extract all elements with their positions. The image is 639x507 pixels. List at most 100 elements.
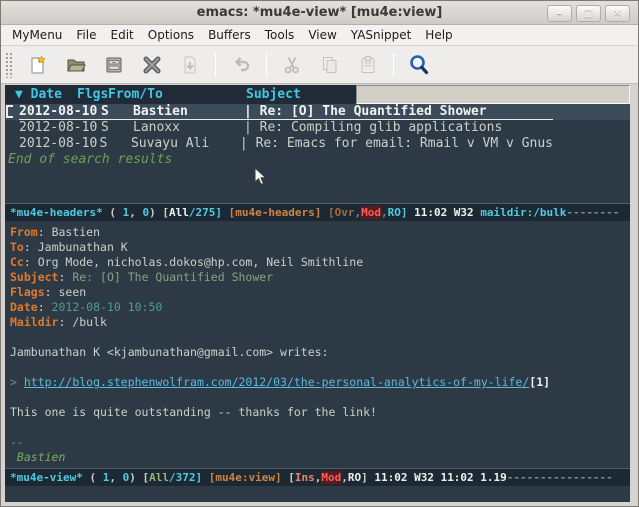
menu-item-file[interactable]: File (69, 26, 103, 44)
message-field-cc: Cc: Org Mode, nicholas.dokos@hp.com, Nei… (10, 255, 630, 270)
toolbar (1, 46, 638, 84)
close-button[interactable]: ✕ (605, 5, 630, 22)
message-body-line: This one is quite outstanding -- thanks … (10, 405, 630, 420)
toolbar-drag-handle[interactable] (5, 52, 13, 78)
undo-icon (228, 52, 254, 78)
paste-glyph (358, 55, 378, 75)
sort-arrow-icon: ▼ (15, 87, 23, 102)
menu-item-edit[interactable]: Edit (104, 26, 141, 44)
row-date: 2012-08-10 (19, 136, 100, 152)
row-from: Suvayu Ali (131, 136, 240, 152)
titlebar[interactable]: emacs: *mu4e-view* [mu4e:view] –□✕ (1, 1, 638, 25)
menu-item-view[interactable]: View (301, 26, 343, 44)
modeline-view: *mu4e-view* ( 1, 0) [All/372] [mu4e:view… (5, 468, 630, 486)
row-flags: S (100, 136, 131, 152)
menubar: MyMenuFileEditOptionsBuffersToolsViewYAS… (1, 25, 638, 46)
message-field-to: To: Jambunathan K (10, 240, 630, 255)
paste-icon (355, 52, 381, 78)
undo-glyph (231, 55, 251, 75)
message-body-line (10, 390, 630, 405)
search-glyph (408, 54, 430, 76)
menu-item-buffers[interactable]: Buffers (201, 26, 258, 44)
message-body-line: Bastien (10, 450, 630, 465)
save-as-icon (177, 52, 203, 78)
message-field-subject: Subject: Re: [O] The Quantified Shower (10, 270, 630, 285)
window-title: emacs: *mu4e-view* [mu4e:view] (197, 5, 443, 20)
open-folder-glyph (66, 55, 86, 75)
row-date: 2012-08-10 (19, 104, 101, 119)
field-value: Re: [O] The Quantified Shower (72, 270, 273, 284)
copy-glyph (320, 55, 340, 75)
message-view: From: BastienTo: Jambunathan KCc: Org Mo… (5, 221, 630, 468)
table-row[interactable]: 2012-08-10SBastien| Re: [O] The Quantifi… (5, 104, 630, 120)
delete-glyph (142, 55, 162, 75)
message-field-maildir: Maildir: /bulk (10, 315, 630, 330)
maximize-button[interactable]: □ (576, 5, 601, 22)
copy-icon (317, 52, 343, 78)
message-body-line (10, 360, 630, 375)
emacs-window: emacs: *mu4e-view* [mu4e:view] –□✕ MyMen… (0, 0, 639, 507)
message-body-line: -- (10, 435, 630, 450)
menu-item-yasnippet[interactable]: YASnippet (344, 26, 419, 44)
search-icon[interactable] (406, 52, 432, 78)
field-label: Date (10, 300, 38, 314)
field-value: Jambunathan K (38, 240, 128, 254)
field-value: Org Mode, nicholas.dokos@hp.com, Neil Sm… (38, 255, 363, 269)
row-subject: | Re: [O] The Quantified Shower (244, 104, 487, 119)
new-file-icon[interactable] (25, 52, 51, 78)
menu-item-options[interactable]: Options (141, 26, 201, 44)
cut-icon (279, 52, 305, 78)
field-label: Subject (10, 270, 58, 284)
headers-column-bar: ▼ Date Flgs From/To Subject (5, 85, 630, 104)
table-row[interactable]: 2012-08-10SLanoxx| Re: Compiling glib ap… (5, 120, 630, 136)
message-field-date: Date: 2012-08-10 10:50 (10, 300, 630, 315)
field-label: Maildir (10, 315, 58, 329)
row-flags: S (101, 120, 133, 136)
window-controls: –□✕ (547, 5, 630, 22)
field-label: Cc (10, 255, 24, 269)
field-value: seen (58, 285, 86, 299)
column-header-from[interactable]: From/To (108, 85, 163, 104)
menu-item-mymenu[interactable]: MyMenu (5, 26, 69, 44)
field-label: To (10, 240, 24, 254)
toolbar-separator (215, 53, 216, 77)
delete-icon[interactable] (139, 52, 165, 78)
row-from: Bastien (133, 104, 244, 119)
field-value: Bastien (52, 225, 100, 239)
modeline-headers: *mu4e-headers* ( 1, 0) [All/275] [mu4e-h… (5, 203, 630, 221)
field-value: /bulk (72, 315, 107, 329)
save-glyph (104, 55, 124, 75)
cut-glyph (282, 55, 302, 75)
header-line-blank (356, 85, 630, 104)
menu-item-tools[interactable]: Tools (258, 26, 302, 44)
save-icon[interactable] (101, 52, 127, 78)
minimize-button[interactable]: – (547, 5, 572, 22)
headers-list: 2012-08-10SBastien| Re: [O] The Quantifi… (5, 104, 630, 152)
end-of-results-message: End of search results (8, 152, 172, 168)
menu-item-help[interactable]: Help (418, 26, 459, 44)
open-folder-icon[interactable] (63, 52, 89, 78)
emacs-content: ▼ Date Flgs From/To Subject 2012-08-10SB… (5, 85, 630, 502)
toolbar-separator (393, 53, 394, 77)
current-message-fringe-icon (6, 105, 13, 118)
column-header-flags[interactable]: Flgs (77, 85, 108, 104)
row-from: Lanoxx (133, 120, 244, 136)
column-header-date[interactable]: ▼ Date (15, 85, 62, 104)
mouse-cursor (254, 167, 268, 187)
row-subject: | Re: Emacs for email: Rmail v VM v Gnus (240, 136, 553, 152)
row-subject: | Re: Compiling glib applications (244, 120, 502, 136)
save-as-glyph (180, 55, 200, 75)
field-label: From (10, 225, 38, 239)
headers-column-labels: ▼ Date Flgs From/To Subject (5, 85, 356, 104)
row-flags: S (101, 104, 133, 119)
table-row[interactable]: 2012-08-10SSuvayu Ali| Re: Emacs for ema… (5, 136, 630, 152)
column-header-subject[interactable]: Subject (246, 85, 301, 104)
message-body-line: Jambunathan K <kjambunathan@gmail.com> w… (10, 345, 630, 360)
row-date: 2012-08-10 (19, 120, 101, 136)
minibuffer[interactable] (5, 486, 630, 502)
message-field-from: From: Bastien (10, 225, 630, 240)
toolbar-separator (266, 53, 267, 77)
new-file-glyph (28, 55, 48, 75)
message-field-flags: Flags: seen (10, 285, 630, 300)
message-body-line: > http://blog.stephenwolfram.com/2012/03… (10, 375, 630, 390)
